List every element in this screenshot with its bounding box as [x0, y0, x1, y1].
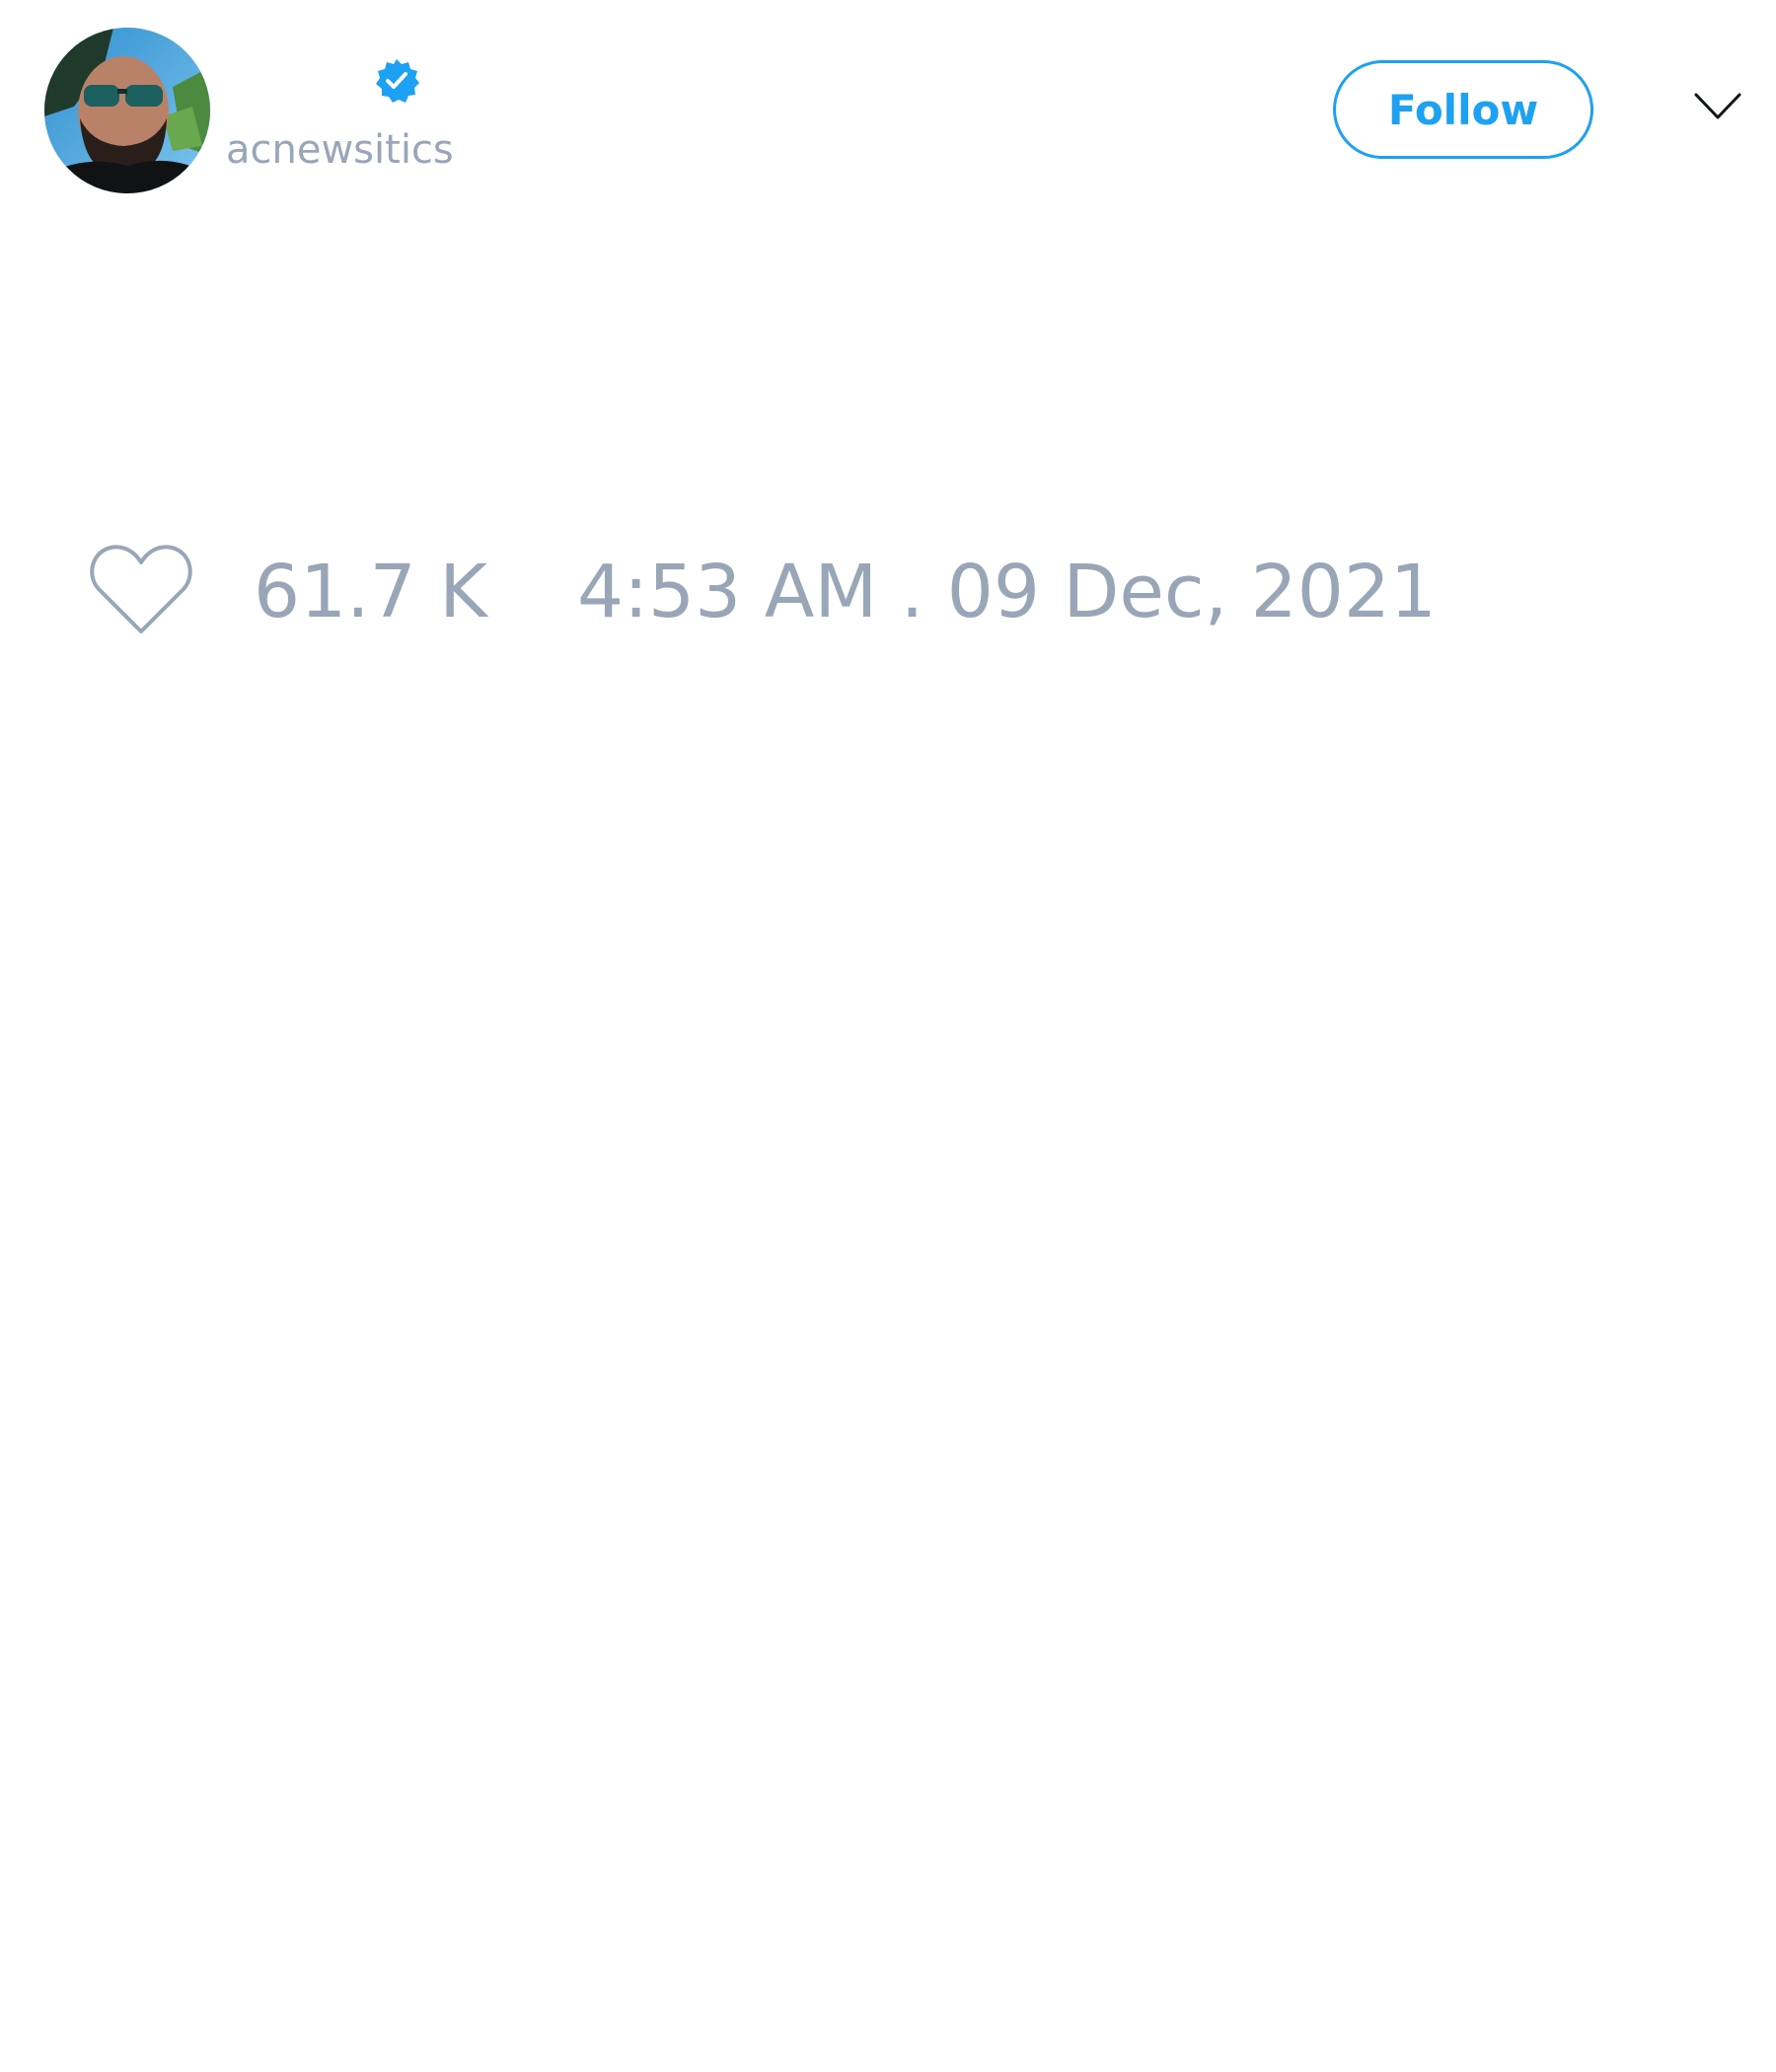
follow-button[interactable]: Follow — [1333, 60, 1593, 159]
like-count: 61.7 K — [254, 550, 487, 634]
chevron-down-icon[interactable] — [1693, 91, 1742, 122]
author-handle[interactable]: acnewsitics — [226, 125, 454, 175]
heart-outline-icon[interactable] — [89, 543, 193, 636]
verified-badge-icon — [376, 59, 419, 103]
avatar-photo — [44, 28, 210, 193]
avatar[interactable] — [44, 28, 210, 193]
tweet-timestamp[interactable]: 4:53 AM . 09 Dec, 2021 — [577, 553, 1437, 631]
